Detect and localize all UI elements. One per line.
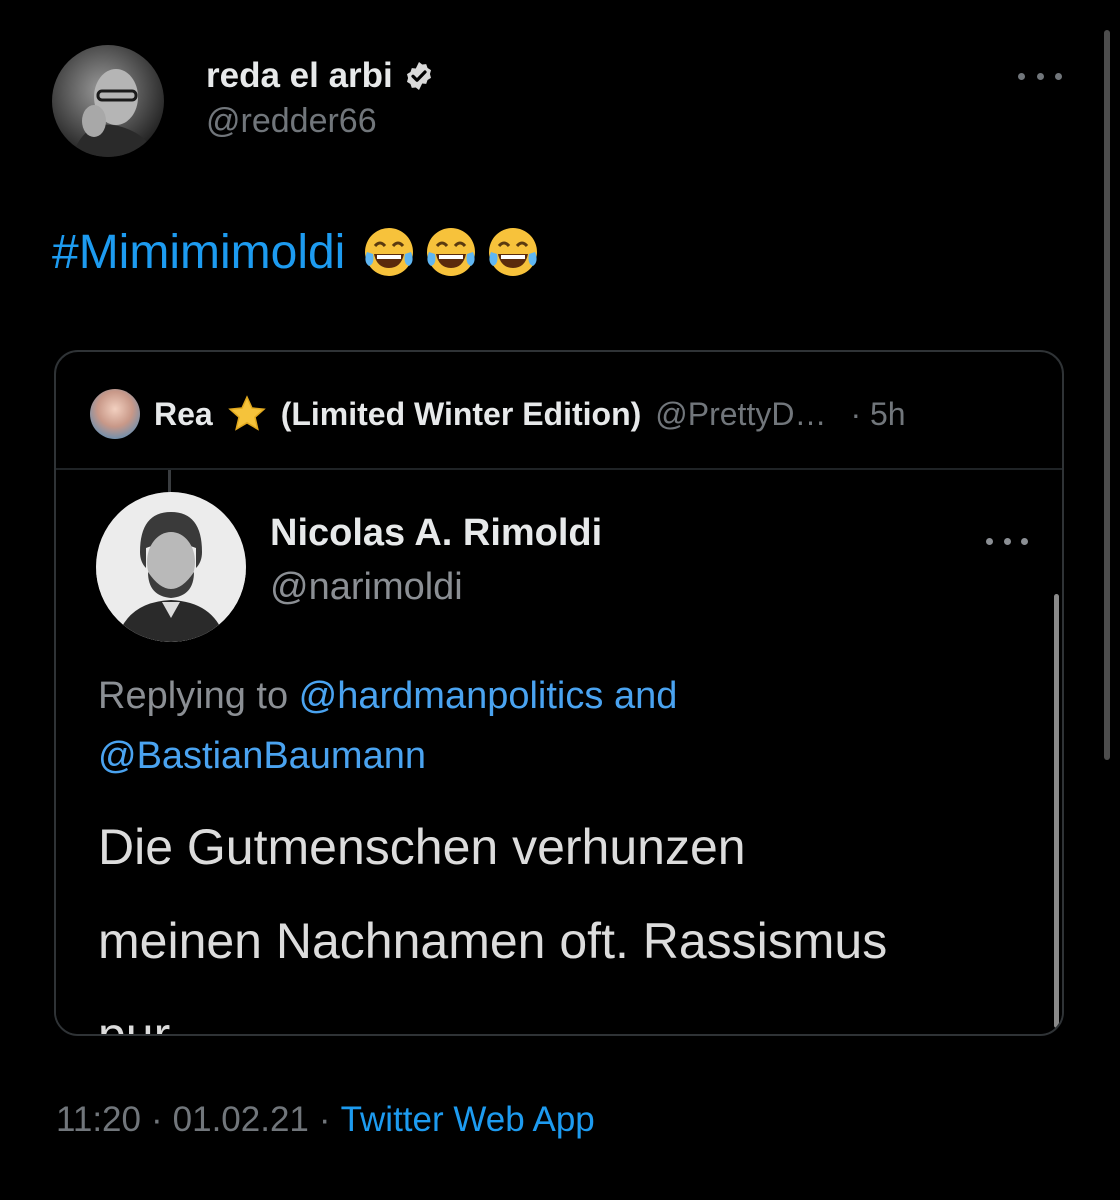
hashtag-link[interactable]: #Mimimimoldi <box>52 225 345 280</box>
page-scrollbar[interactable] <box>1104 30 1110 760</box>
dot-icon <box>1003 538 1011 545</box>
quoted-tweet-header: Rea (Limited Winter Edition) @PrettyD… ·… <box>90 389 906 439</box>
mention-bastianbaumann: @BastianBaumann <box>98 735 426 777</box>
verified-badge-icon <box>406 62 431 90</box>
dot-icon <box>1055 72 1062 80</box>
author-name-text: reda el arbi <box>206 56 393 95</box>
tweet-date[interactable]: 01.02.21 <box>173 1100 309 1140</box>
dot-icon <box>1036 72 1044 80</box>
meta-separator: · <box>151 1100 163 1139</box>
quoted-tweet-card[interactable]: Rea (Limited Winter Edition) @PrettyD… ·… <box>54 350 1064 1036</box>
tears-of-joy-emoji-icon <box>427 228 476 276</box>
embedded-author-avatar <box>96 492 246 642</box>
quoted-tweet-time: · 5h <box>850 395 906 432</box>
dot-icon <box>986 538 993 545</box>
mention-and: and <box>603 675 678 717</box>
embedded-author-handle: @narimoldi <box>270 566 463 608</box>
tweet-meta: 11:20 · 01.02.21 · Twitter Web App <box>56 1100 595 1140</box>
quoted-author-edition: (Limited Winter Edition) <box>280 395 642 432</box>
tweet-source-link[interactable]: Twitter Web App <box>341 1100 595 1140</box>
quoted-author-name: Rea <box>154 395 213 432</box>
mention-hardmanpolitics: @hardmanpolitics <box>298 675 604 717</box>
embedded-replying-to: Replying to @hardmanpolitics and @Bastian… <box>98 666 998 786</box>
tweet-time[interactable]: 11:20 <box>56 1100 141 1140</box>
author-avatar[interactable] <box>52 45 164 157</box>
embedded-body-line: pur. <box>98 1007 182 1036</box>
tweet-text: #Mimimimoldi <box>52 224 541 280</box>
dot-icon <box>1018 72 1025 80</box>
meta-separator: · <box>318 1100 331 1139</box>
dot-icon <box>1021 538 1028 545</box>
embedded-author-name: Nicolas A. Rimoldi <box>270 512 603 554</box>
embedded-tweet-body: Die Gutmenschen verhunzen meinen Nachnam… <box>98 800 1038 1036</box>
tears-of-joy-emoji-icon <box>365 228 414 276</box>
author-display-name[interactable]: reda el arbi <box>206 56 435 96</box>
more-options-icon[interactable] <box>1016 58 1064 94</box>
replying-prefix: Replying to <box>98 675 299 717</box>
quoted-screenshot-image[interactable]: Nicolas A. Rimoldi @narimoldi Replying t… <box>56 468 1062 1036</box>
tears-of-joy-emoji-icon <box>489 228 538 276</box>
embedded-scrollbar <box>1054 594 1059 1028</box>
star-emoji-icon <box>227 395 266 431</box>
emoji-group <box>361 224 541 280</box>
embedded-more-icon <box>986 538 1028 545</box>
thread-line <box>168 470 171 492</box>
author-handle[interactable]: @redder66 <box>206 102 377 141</box>
embedded-body-line: Die Gutmenschen verhunzen <box>98 819 746 875</box>
quoted-author-avatar <box>90 389 140 439</box>
quoted-author-handle: @PrettyD… <box>655 395 827 432</box>
embedded-body-line: meinen Nachnamen oft. Rassismus <box>98 913 888 969</box>
